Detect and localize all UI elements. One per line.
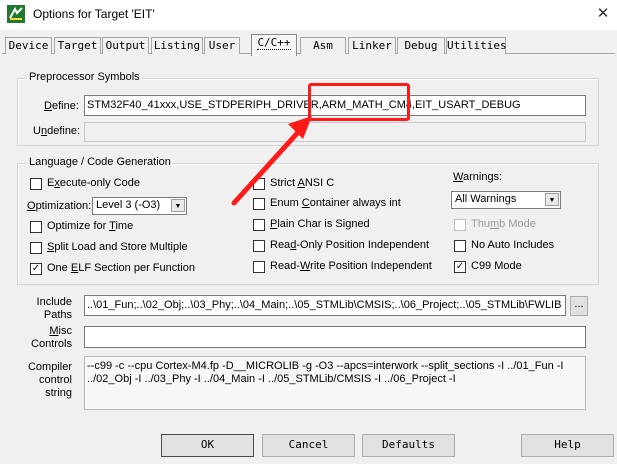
ok-button[interactable]: OK bbox=[161, 434, 254, 457]
tab-listing[interactable]: Listing bbox=[151, 37, 203, 54]
one-elf-checkbox[interactable]: ✓ bbox=[30, 263, 42, 275]
close-icon[interactable]: ✕ bbox=[592, 3, 614, 25]
one-elf-label: One ELF Section per Function bbox=[47, 262, 195, 274]
warnings-value: All Warnings bbox=[455, 193, 517, 205]
compiler-control-label: Compiler control string bbox=[27, 361, 72, 399]
keil-app-icon bbox=[6, 4, 26, 24]
plain-char-checkbox[interactable] bbox=[253, 219, 265, 231]
enum-container-checkbox[interactable] bbox=[253, 198, 265, 210]
strict-ansi-checkbox[interactable] bbox=[253, 178, 265, 190]
chevron-down-icon[interactable]: ▼ bbox=[545, 193, 559, 206]
tab-output[interactable]: Output bbox=[102, 37, 149, 54]
c99-mode-checkbox[interactable]: ✓ bbox=[454, 261, 466, 273]
read-only-pi-checkbox[interactable] bbox=[253, 240, 265, 252]
thumb-mode-checkbox[interactable] bbox=[454, 219, 466, 231]
optimize-time-label: Optimize for Time bbox=[47, 220, 134, 232]
tab-device[interactable]: Device bbox=[5, 37, 52, 54]
cancel-button[interactable]: Cancel bbox=[262, 434, 355, 457]
c99-mode-label: C99 Mode bbox=[471, 260, 522, 272]
tab-utilities[interactable]: Utilities bbox=[446, 37, 507, 54]
defaults-button[interactable]: Defaults bbox=[362, 434, 455, 457]
read-write-pi-checkbox[interactable] bbox=[253, 261, 265, 273]
tab-debug[interactable]: Debug bbox=[397, 37, 445, 54]
split-load-checkbox[interactable] bbox=[30, 242, 42, 254]
strict-ansi-label: Strict ANSI C bbox=[270, 177, 335, 189]
no-auto-includes-label: No Auto Includes bbox=[471, 239, 555, 251]
thumb-mode-label: Thumb Mode bbox=[471, 218, 536, 230]
optimization-select[interactable]: Level 3 (-O3) ▼ bbox=[92, 197, 187, 215]
undefine-input[interactable] bbox=[84, 122, 586, 142]
tab-asm[interactable]: Asm bbox=[300, 37, 346, 54]
optimization-label: Optimization: bbox=[27, 200, 92, 212]
optimization-value: Level 3 (-O3) bbox=[96, 199, 161, 211]
read-write-pi-label: Read-Write Position Independent bbox=[270, 260, 432, 272]
tab-target[interactable]: Target bbox=[54, 37, 101, 54]
execute-only-checkbox[interactable] bbox=[30, 178, 42, 190]
misc-controls-input[interactable] bbox=[84, 326, 586, 348]
include-paths-label: Include Paths bbox=[36, 296, 72, 321]
plain-char-label: Plain Char is Signed bbox=[270, 218, 370, 230]
optimize-time-checkbox[interactable] bbox=[30, 221, 42, 233]
annotation-highlight-box bbox=[308, 83, 410, 121]
compiler-control-string[interactable]: --c99 -c --cpu Cortex-M4.fp -D__MICROLIB… bbox=[84, 356, 586, 410]
enum-container-label: Enum Container always int bbox=[270, 197, 401, 209]
chevron-down-icon[interactable]: ▼ bbox=[171, 199, 185, 212]
preprocessor-legend: Preprocessor Symbols bbox=[27, 71, 142, 83]
execute-only-label: Execute-only Code bbox=[47, 177, 140, 189]
read-only-pi-label: Read-Only Position Independent bbox=[270, 239, 430, 251]
misc-controls-label: Misc Controls bbox=[31, 325, 72, 350]
split-load-label: Split Load and Store Multiple bbox=[47, 241, 188, 253]
no-auto-includes-checkbox[interactable] bbox=[454, 240, 466, 252]
include-paths-input[interactable]: ..\01_Fun;..\02_Obj;..\03_Phy;..\04_Main… bbox=[84, 295, 566, 316]
include-paths-browse-button[interactable]: ... bbox=[570, 296, 588, 316]
warnings-select[interactable]: All Warnings ▼ bbox=[451, 191, 561, 209]
tab-linker[interactable]: Linker bbox=[348, 37, 396, 54]
help-button[interactable]: Help bbox=[521, 434, 614, 457]
tab-user[interactable]: User bbox=[204, 37, 240, 54]
warnings-label: Warnings: bbox=[453, 171, 503, 183]
define-label: Define: bbox=[44, 100, 79, 112]
tab-c-cpp[interactable]: C/C++ bbox=[251, 34, 297, 56]
window-title: Options for Target 'EIT' bbox=[33, 7, 155, 21]
language-legend: Language / Code Generation bbox=[27, 156, 173, 168]
undefine-label: Undefine: bbox=[33, 125, 81, 137]
